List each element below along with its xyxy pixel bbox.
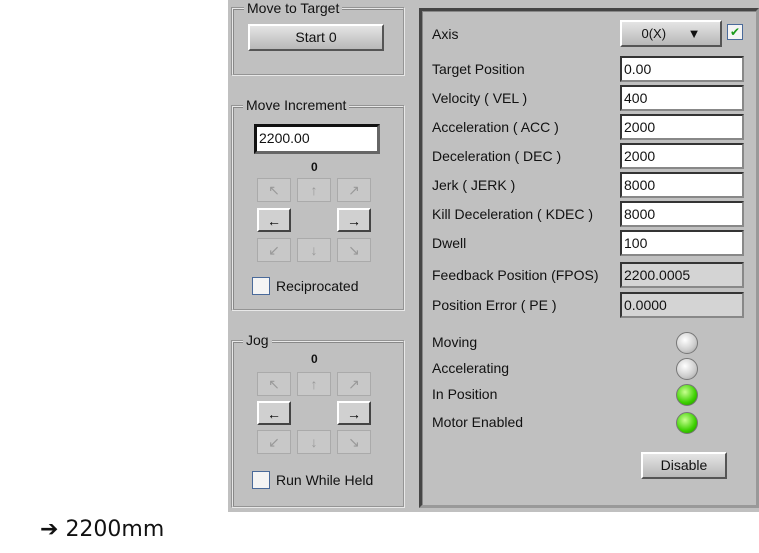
param-label: Velocity ( VEL ) <box>432 90 528 106</box>
run-while-held-label: Run While Held <box>276 472 374 488</box>
jog-left-button[interactable]: ← <box>257 401 291 425</box>
caption-text: 2200mm <box>65 517 165 542</box>
param-input: 2200.0005 <box>620 262 744 288</box>
jog-nw-button[interactable]: ↖ <box>257 372 291 396</box>
status-label: Moving <box>432 334 478 350</box>
start-button[interactable]: Start 0 <box>248 24 384 51</box>
param-input[interactable]: 100 <box>620 230 744 256</box>
move-increment-input[interactable]: 2200.00 <box>254 124 380 154</box>
arrow-ne-button[interactable]: ↗ <box>337 178 371 202</box>
disable-button[interactable]: Disable <box>641 452 727 479</box>
param-label: Dwell <box>432 235 467 251</box>
reciprocated-label: Reciprocated <box>276 278 359 294</box>
param-label: Target Position <box>432 61 525 77</box>
status-led-indicator <box>676 384 698 406</box>
arrow-sw-button[interactable]: ↙ <box>257 238 291 262</box>
jog-counter: 0 <box>311 352 318 366</box>
param-label: Acceleration ( ACC ) <box>432 119 559 135</box>
jog-title: Jog <box>243 332 272 348</box>
arrow-up-button[interactable]: ↑ <box>297 178 331 202</box>
status-label: Motor Enabled <box>432 414 524 430</box>
param-label: Feedback Position (FPOS) <box>432 267 599 283</box>
move-increment-counter: 0 <box>311 160 318 174</box>
param-label: Position Error ( PE ) <box>432 297 557 313</box>
param-input[interactable]: 2000 <box>620 114 744 140</box>
param-input[interactable]: 8000 <box>620 201 744 227</box>
status-led-indicator <box>676 412 698 434</box>
arrow-right-button[interactable]: → <box>337 208 371 232</box>
status-led-indicator <box>676 358 698 380</box>
arrow-left-button[interactable]: ← <box>257 208 291 232</box>
status-led-indicator <box>676 332 698 354</box>
move-increment-title: Move Increment <box>243 97 350 113</box>
arrow-se-button[interactable]: ↘ <box>337 238 371 262</box>
jog-up-button[interactable]: ↑ <box>297 372 331 396</box>
param-input[interactable]: 8000 <box>620 172 744 198</box>
run-while-held-checkbox[interactable] <box>252 471 270 489</box>
status-label: Accelerating <box>432 360 510 376</box>
caption: ➔ 2200mm <box>40 517 164 542</box>
jog-se-button[interactable]: ↘ <box>337 430 371 454</box>
param-input: 0.0000 <box>620 292 744 318</box>
reciprocated-checkbox[interactable] <box>252 277 270 295</box>
arrow-down-button[interactable]: ↓ <box>297 238 331 262</box>
param-label: Jerk ( JERK ) <box>432 177 516 193</box>
status-label: In Position <box>432 386 498 402</box>
axis-dropdown[interactable]: 0(X) ▼ <box>620 20 722 47</box>
axis-selected: 0(X) <box>641 26 667 41</box>
right-arrow-icon: ➔ <box>40 517 59 542</box>
arrow-nw-button[interactable]: ↖ <box>257 178 291 202</box>
jog-down-button[interactable]: ↓ <box>297 430 331 454</box>
dropdown-triangle-icon: ▼ <box>687 26 701 41</box>
move-to-target-title: Move to Target <box>244 0 343 16</box>
param-label: Kill Deceleration ( KDEC ) <box>432 206 594 222</box>
param-input[interactable]: 0.00 <box>620 56 744 82</box>
axis-parameters-panel <box>419 8 759 508</box>
jog-ne-button[interactable]: ↗ <box>337 372 371 396</box>
jog-sw-button[interactable]: ↙ <box>257 430 291 454</box>
param-label: Deceleration ( DEC ) <box>432 148 562 164</box>
param-input[interactable]: 400 <box>620 85 744 111</box>
jog-right-button[interactable]: → <box>337 401 371 425</box>
axis-enable-checkbox[interactable]: ✔ <box>727 24 743 40</box>
axis-label: Axis <box>432 26 459 42</box>
param-input[interactable]: 2000 <box>620 143 744 169</box>
